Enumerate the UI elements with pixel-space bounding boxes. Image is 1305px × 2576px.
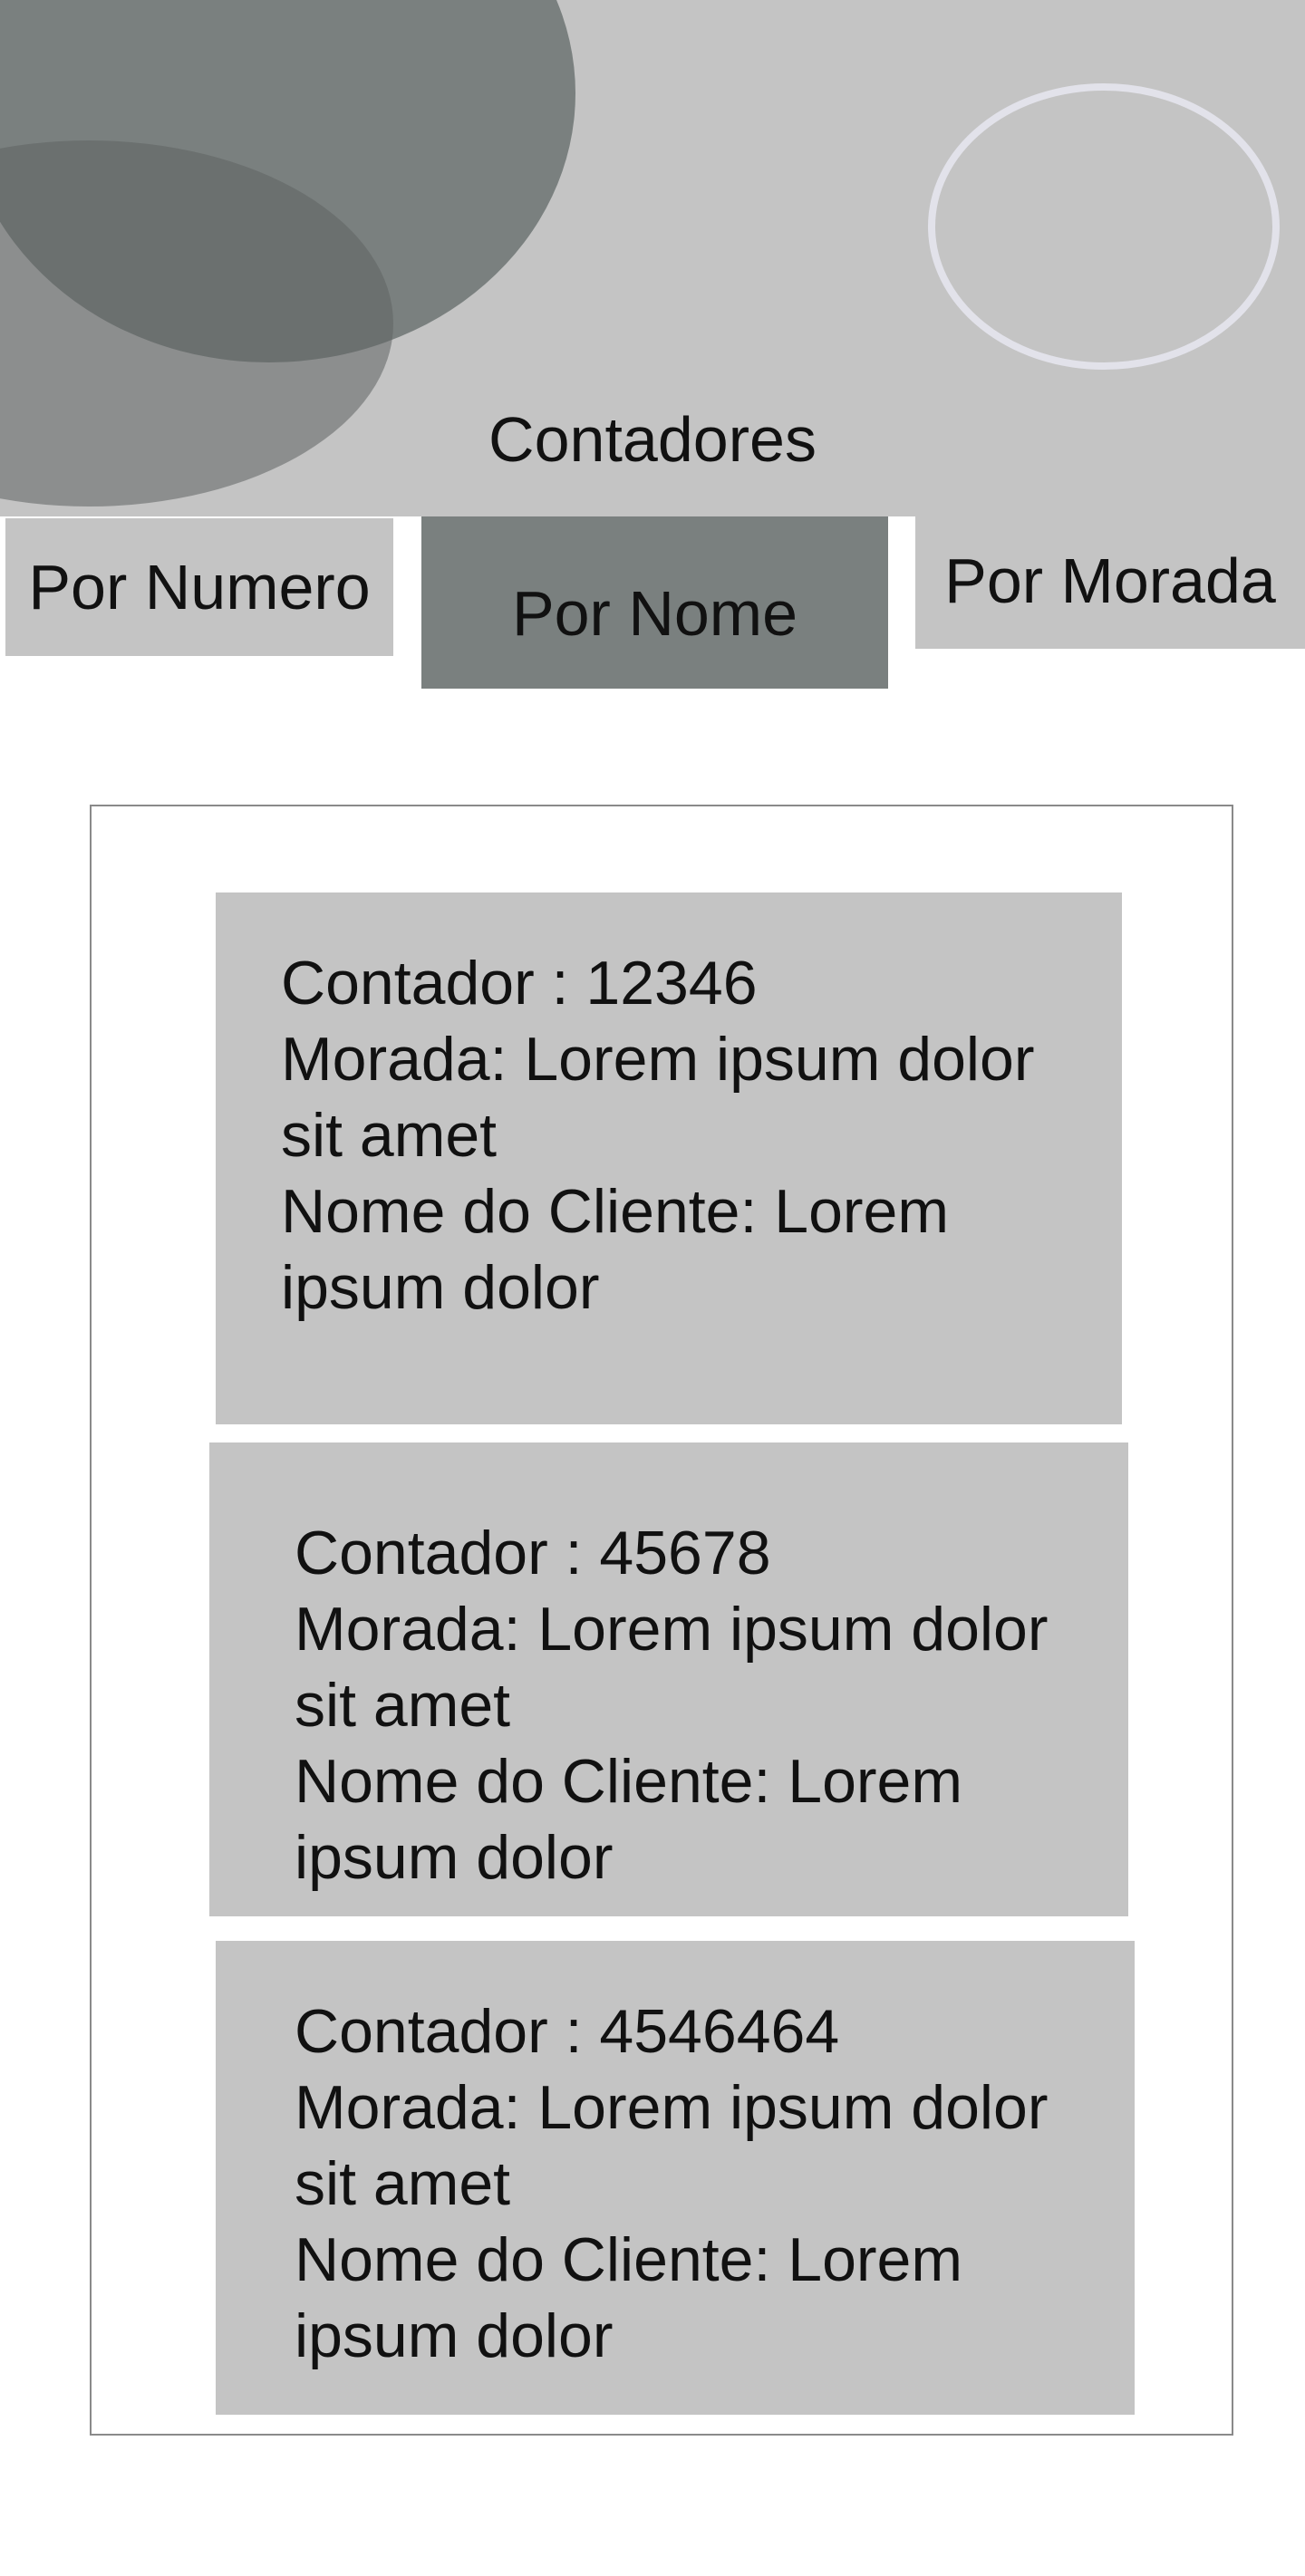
tab-label: Por Nome	[511, 578, 798, 649]
counter-number: Contador : 12346	[281, 949, 758, 1018]
tab-por-numero[interactable]: Por Numero	[5, 518, 393, 656]
counter-address-continued: sit amet	[295, 1671, 511, 1740]
counter-address-continued: sit amet	[295, 2149, 511, 2218]
tab-por-nome[interactable]: Por Nome	[421, 516, 888, 689]
counter-address: Morada: Lorem ipsum dolor	[295, 2073, 1049, 2142]
counter-card[interactable]: Contador : 45678 Morada: Lorem ipsum dol…	[209, 1442, 1128, 1916]
tab-label: Por Morada	[944, 545, 1276, 616]
client-name-continued: ipsum dolor	[295, 1823, 614, 1892]
counter-card[interactable]: Contador : 4546464 Morada: Lorem ipsum d…	[216, 1941, 1135, 2415]
tab-por-morada[interactable]: Por Morada	[915, 516, 1305, 649]
counter-number: Contador : 45678	[295, 1519, 771, 1587]
client-name: Nome do Cliente: Lorem	[281, 1177, 950, 1246]
client-name-continued: ipsum dolor	[295, 2301, 614, 2370]
page-title: Contadores	[488, 404, 817, 475]
tab-label: Por Numero	[28, 552, 371, 622]
counter-address: Morada: Lorem ipsum dolor	[281, 1025, 1035, 1094]
client-name: Nome do Cliente: Lorem	[295, 2225, 963, 2294]
decorative-circle-outline	[928, 83, 1280, 370]
counter-card[interactable]: Contador : 12346 Morada: Lorem ipsum dol…	[216, 892, 1122, 1424]
client-name: Nome do Cliente: Lorem	[295, 1747, 963, 1816]
counter-address: Morada: Lorem ipsum dolor	[295, 1595, 1049, 1664]
counter-number: Contador : 4546464	[295, 1997, 840, 2066]
client-name-continued: ipsum dolor	[281, 1253, 600, 1322]
counter-address-continued: sit amet	[281, 1101, 498, 1170]
